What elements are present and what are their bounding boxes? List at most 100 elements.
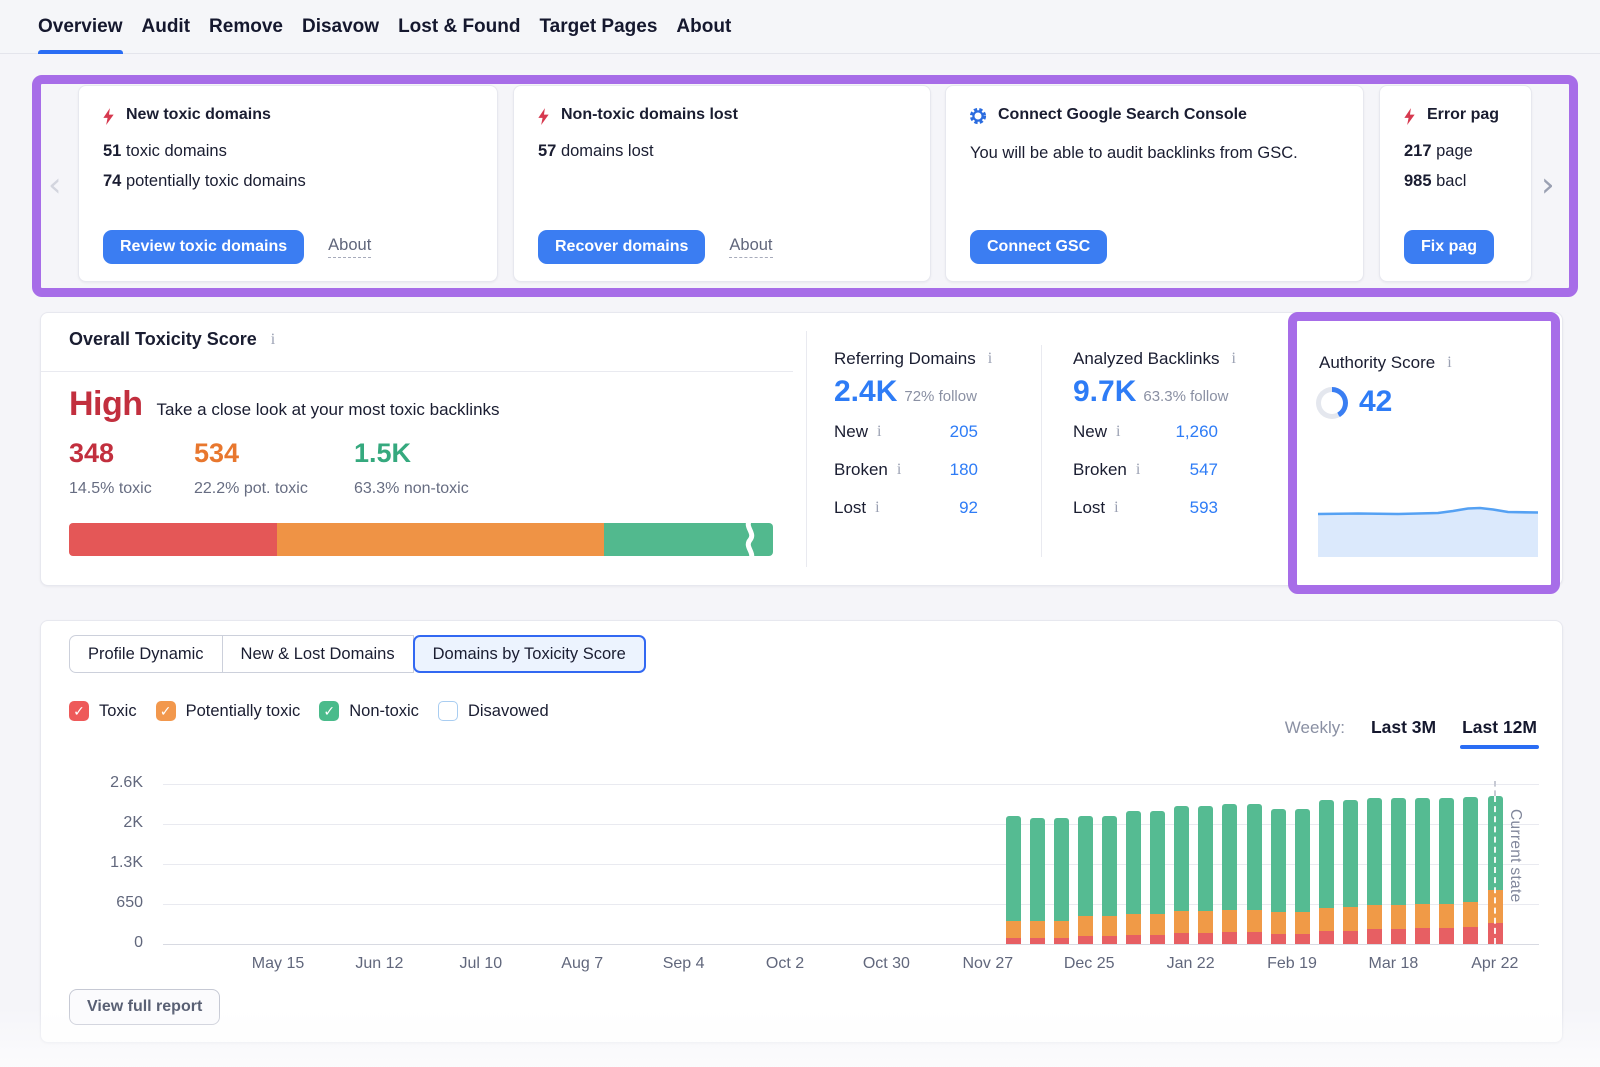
analyzed-backlinks-stats: Newi 1,260 Brokeni 547 Losti 593 — [1073, 419, 1218, 520]
bar-non-toxic — [1271, 809, 1286, 912]
bar-potentially-toxic — [1463, 902, 1478, 928]
bar-toxic — [1415, 928, 1430, 944]
info-icon[interactable]: i — [897, 461, 901, 479]
carousel-prev-icon[interactable]: ‹ — [48, 168, 62, 202]
nav-tab-lost-and-found[interactable]: Lost & Found — [398, 0, 520, 54]
bar-non-toxic — [1198, 806, 1213, 911]
bar-toxic — [1198, 933, 1213, 944]
nav-tab-remove[interactable]: Remove — [209, 0, 283, 54]
stat-value[interactable]: 1,260 — [1175, 422, 1218, 442]
bar-potentially-toxic — [1488, 890, 1503, 923]
y-axis-tick: 1.3K — [71, 854, 143, 872]
pot-toxic-count: 534 — [194, 438, 239, 469]
x-axis-tick: Jul 10 — [431, 955, 531, 973]
card-title: Non-toxic domains lost — [561, 106, 738, 124]
about-link[interactable]: About — [729, 236, 772, 258]
info-icon[interactable]: i — [1116, 423, 1120, 441]
info-icon[interactable]: i — [1231, 350, 1235, 368]
x-axis-tick: Aug 7 — [532, 955, 632, 973]
info-icon[interactable]: i — [1447, 354, 1451, 372]
info-icon[interactable]: i — [877, 423, 881, 441]
referring-domains-follow: 72% follow — [904, 388, 977, 405]
period-last-3m[interactable]: Last 3M — [1371, 717, 1436, 738]
gsc-description: You will be able to audit backlinks from… — [946, 140, 1354, 166]
checkbox-checked-icon[interactable]: ✓ — [156, 701, 176, 721]
bar-potentially-toxic — [1054, 921, 1069, 939]
period-last-12m[interactable]: Last 12M — [1462, 717, 1537, 738]
lightning-bolt-icon — [101, 107, 116, 131]
bar-non-toxic — [1391, 798, 1406, 905]
legend-toxic[interactable]: ✓ Toxic — [69, 701, 137, 721]
bar-toxic — [1006, 938, 1021, 944]
card-title: Connect Google Search Console — [998, 106, 1247, 124]
bar-non-toxic — [1488, 796, 1503, 889]
y-axis-tick: 0 — [71, 934, 143, 952]
x-axis-tick: May 15 — [228, 955, 328, 973]
toxicity-chart: 06501.3K2K2.6KMay 15Jun 12Jul 10Aug 7Sep… — [41, 621, 1564, 1044]
carousel-next-icon[interactable]: › — [1541, 168, 1555, 202]
info-icon[interactable]: i — [988, 350, 992, 368]
bar-toxic — [1102, 936, 1117, 944]
stat-value[interactable]: 92 — [959, 498, 978, 518]
tab-profile-dynamic[interactable]: Profile Dynamic — [69, 635, 223, 673]
checkbox-unchecked-icon[interactable] — [438, 701, 458, 721]
checkbox-checked-icon[interactable]: ✓ — [69, 701, 89, 721]
domains-lost-count: 57 domains lost — [514, 142, 930, 161]
authority-score-value: 42 — [1359, 385, 1392, 419]
bar-non-toxic — [1006, 816, 1021, 921]
analyzed-backlinks-value[interactable]: 9.7K — [1073, 375, 1136, 409]
review-toxic-domains-button[interactable]: Review toxic domains — [103, 230, 304, 264]
bar-toxic — [1319, 931, 1334, 944]
tab-new-lost-domains[interactable]: New & Lost Domains — [222, 635, 414, 673]
connect-gsc-button[interactable]: Connect GSC — [970, 230, 1107, 264]
stat-row-broken: Brokeni 180 — [834, 457, 978, 482]
legend-disavowed[interactable]: Disavowed — [438, 701, 549, 721]
x-axis-tick: Nov 27 — [938, 955, 1038, 973]
fix-pages-button[interactable]: Fix pag — [1404, 230, 1494, 264]
info-icon[interactable]: i — [1136, 461, 1140, 479]
bar-potentially-toxic — [1150, 914, 1165, 935]
stat-value[interactable]: 180 — [950, 460, 978, 480]
bar-toxic — [1367, 929, 1382, 944]
card-connect-gsc: Connect Google Search Console You will b… — [945, 85, 1364, 282]
toxic-caption: 14.5% toxic — [69, 480, 152, 498]
x-axis-tick: Oct 30 — [836, 955, 936, 973]
bar-toxic — [1054, 938, 1069, 944]
nav-tab-target-pages[interactable]: Target Pages — [539, 0, 657, 54]
stat-value[interactable]: 205 — [950, 422, 978, 442]
card-new-toxic-domains: New toxic domains 51 toxic domains 74 po… — [78, 85, 498, 282]
divider — [806, 331, 807, 567]
checkbox-checked-icon[interactable]: ✓ — [319, 701, 339, 721]
bar-non-toxic — [1222, 804, 1237, 909]
authority-score-title: Authority Score — [1319, 353, 1435, 373]
bar-potentially-toxic — [1078, 916, 1093, 936]
info-icon[interactable]: i — [1114, 499, 1118, 517]
tab-domains-by-toxicity[interactable]: Domains by Toxicity Score — [413, 635, 646, 673]
bar-toxic — [1295, 934, 1310, 944]
nav-tab-about[interactable]: About — [676, 0, 731, 54]
nav-tab-disavow[interactable]: Disavow — [302, 0, 379, 54]
recover-domains-button[interactable]: Recover domains — [538, 230, 705, 264]
referring-domains-value[interactable]: 2.4K — [834, 375, 897, 409]
legend-non-toxic[interactable]: ✓ Non-toxic — [319, 701, 419, 721]
x-axis-tick: Dec 25 — [1039, 955, 1139, 973]
bar-toxic — [1391, 929, 1406, 944]
stat-value[interactable]: 547 — [1190, 460, 1218, 480]
bar-potentially-toxic — [1439, 904, 1454, 928]
nav-tab-overview[interactable]: Overview — [38, 0, 123, 54]
x-axis-tick: Sep 4 — [634, 955, 734, 973]
legend-potentially-toxic[interactable]: ✓ Potentially toxic — [156, 701, 301, 721]
about-link[interactable]: About — [328, 236, 371, 258]
info-icon[interactable]: i — [875, 499, 879, 517]
nav-tab-audit[interactable]: Audit — [142, 0, 191, 54]
bar-potentially-toxic — [1126, 914, 1141, 934]
view-full-report-button[interactable]: View full report — [69, 989, 220, 1025]
potentially-toxic-domains-count: 74 potentially toxic domains — [79, 172, 497, 191]
info-icon[interactable]: i — [271, 331, 275, 349]
stat-row-lost: Losti 593 — [1073, 495, 1218, 520]
bar-non-toxic — [1054, 818, 1069, 921]
gear-icon — [968, 106, 988, 131]
period-switcher: Weekly: Last 3M Last 12M — [1285, 717, 1537, 738]
stat-value[interactable]: 593 — [1190, 498, 1218, 518]
analyzed-backlinks-title: Analyzed Backlinks — [1073, 349, 1219, 369]
